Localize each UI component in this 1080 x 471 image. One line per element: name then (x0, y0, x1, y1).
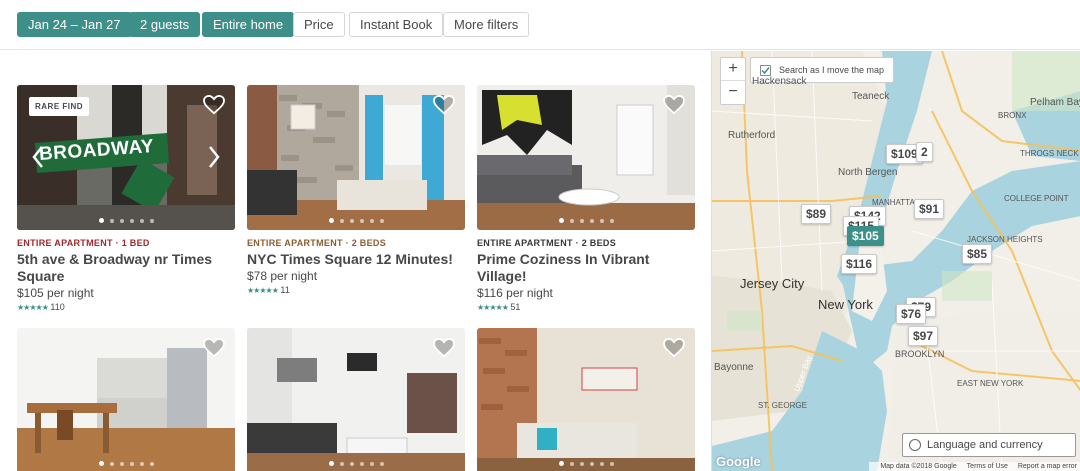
listing-rating: ★★★★★ 11 (247, 285, 465, 295)
guests-filter-button[interactable]: 2 guests (129, 12, 201, 37)
listing-photo[interactable] (477, 85, 695, 230)
listing-type: ENTIRE APARTMENT · 1 BED (17, 238, 150, 248)
search-as-move-label: Search as I move the map (779, 65, 885, 75)
map-attribution: Map data ©2018 Google Terms of Use Repor… (869, 462, 1080, 471)
map-label: COLLEGE POINT (1004, 194, 1069, 203)
google-logo: Google (716, 454, 761, 469)
map-label: BRONX (998, 111, 1027, 120)
heart-icon[interactable] (433, 95, 455, 115)
review-count: 11 (280, 285, 290, 295)
listing-photo[interactable] (247, 85, 465, 230)
price-pin[interactable]: $91 (914, 199, 945, 219)
photo-dots (477, 461, 695, 466)
heart-icon[interactable] (663, 338, 685, 358)
price-pin[interactable]: $85 (962, 244, 993, 264)
globe-icon (909, 439, 921, 451)
map-label: ST. GEORGE (758, 401, 807, 410)
heart-icon[interactable] (433, 338, 455, 358)
review-count: 51 (510, 302, 521, 312)
star-rating-icon: ★★★★★ (477, 303, 509, 312)
map-label: Hackensack (752, 76, 807, 87)
checkmark-icon (761, 67, 770, 75)
price-pin-selected[interactable]: $105 (847, 226, 884, 246)
map-label: Jersey City (740, 276, 805, 291)
zoom-in-button[interactable]: + (721, 58, 745, 81)
listing-price: $116 per night (477, 286, 553, 300)
map-label: North Bergen (838, 167, 898, 178)
map-label: JACKSON HEIGHTS (967, 235, 1043, 244)
report-error-link[interactable]: Report a map error (1018, 463, 1077, 470)
star-rating-icon: ★★★★★ (17, 303, 49, 312)
listing-photo[interactable] (17, 328, 235, 471)
filter-bar: Jan 24 – Jan 27 2 guests Entire home Pri… (0, 0, 1080, 50)
zoom-controls: + − (720, 57, 746, 105)
map-label: Rutherford (728, 130, 776, 141)
price-filter-button[interactable]: Price (293, 12, 345, 37)
listing-title[interactable]: Prime Coziness In Vibrant Village! (477, 251, 695, 285)
listing-card[interactable]: BROADWAY RARE FIND ENTIRE APARTMENT · 1 … (17, 85, 235, 312)
photo-dots (247, 218, 465, 223)
listings-grid: BROADWAY RARE FIND ENTIRE APARTMENT · 1 … (0, 51, 711, 471)
listing-card[interactable] (247, 328, 465, 471)
photo-dots (17, 218, 235, 223)
map-label: New York (818, 297, 873, 312)
heart-icon[interactable] (203, 338, 225, 358)
photo-dots (477, 218, 695, 223)
heart-icon[interactable] (203, 95, 225, 115)
price-pin[interactable]: $97 (908, 326, 939, 346)
map-label: BROOKLYN (895, 349, 945, 359)
price-pin[interactable]: $76 (896, 304, 927, 324)
language-currency-label: Language and currency (927, 439, 1043, 451)
zoom-out-button[interactable]: − (721, 81, 745, 104)
review-count: 110 (50, 302, 65, 312)
map-label: THROGS NECK (1020, 149, 1079, 158)
listing-photo[interactable] (477, 328, 695, 471)
photo-dots (247, 461, 465, 466)
listing-type: ENTIRE APARTMENT · 2 BEDS (477, 238, 617, 248)
map-label: Teaneck (852, 91, 890, 102)
map-data-credit: Map data ©2018 Google (880, 463, 957, 470)
more-filters-button[interactable]: More filters (443, 12, 530, 37)
language-currency-button[interactable]: Language and currency (902, 433, 1076, 457)
chevron-right-icon[interactable] (207, 145, 221, 169)
listing-photo[interactable]: BROADWAY RARE FIND (17, 85, 235, 230)
checkbox-icon[interactable] (760, 65, 771, 76)
heart-icon[interactable] (663, 95, 685, 115)
listing-card[interactable] (477, 328, 695, 471)
map-panel[interactable]: + − Search as I move the map Hackensack … (711, 51, 1080, 471)
price-pin[interactable]: 2 (916, 142, 933, 162)
star-rating-icon: ★★★★★ (247, 286, 279, 295)
listing-card[interactable] (17, 328, 235, 471)
instant-book-filter-button[interactable]: Instant Book (349, 12, 444, 37)
listing-type: ENTIRE APARTMENT · 2 BEDS (247, 238, 387, 248)
listing-rating: ★★★★★ 110 (17, 302, 235, 312)
home-type-filter-button[interactable]: Entire home (202, 12, 295, 37)
listing-rating: ★★★★★ 51 (477, 302, 695, 312)
map-label: Pelham Bay Park (1030, 97, 1080, 108)
listing-card[interactable]: ENTIRE APARTMENT · 2 BEDS Prime Coziness… (477, 85, 695, 312)
price-pin[interactable]: $116 (841, 254, 878, 274)
chevron-left-icon[interactable] (31, 145, 45, 169)
listing-price: $78 per night (247, 269, 318, 283)
terms-link[interactable]: Terms of Use (967, 463, 1008, 470)
photo-dots (17, 461, 235, 466)
map-label: EAST NEW YORK (957, 379, 1024, 388)
listing-title[interactable]: 5th ave & Broadway nr Times Square (17, 251, 235, 285)
rare-find-badge: RARE FIND (29, 97, 90, 116)
map-label: Bayonne (714, 362, 754, 373)
dates-filter-button[interactable]: Jan 24 – Jan 27 (17, 12, 132, 37)
listing-card[interactable]: ENTIRE APARTMENT · 2 BEDS NYC Times Squa… (247, 85, 465, 295)
listing-photo[interactable] (247, 328, 465, 471)
price-pin[interactable]: $89 (801, 204, 832, 224)
listing-title[interactable]: NYC Times Square 12 Minutes! (247, 251, 465, 268)
listing-price: $105 per night (17, 286, 94, 300)
